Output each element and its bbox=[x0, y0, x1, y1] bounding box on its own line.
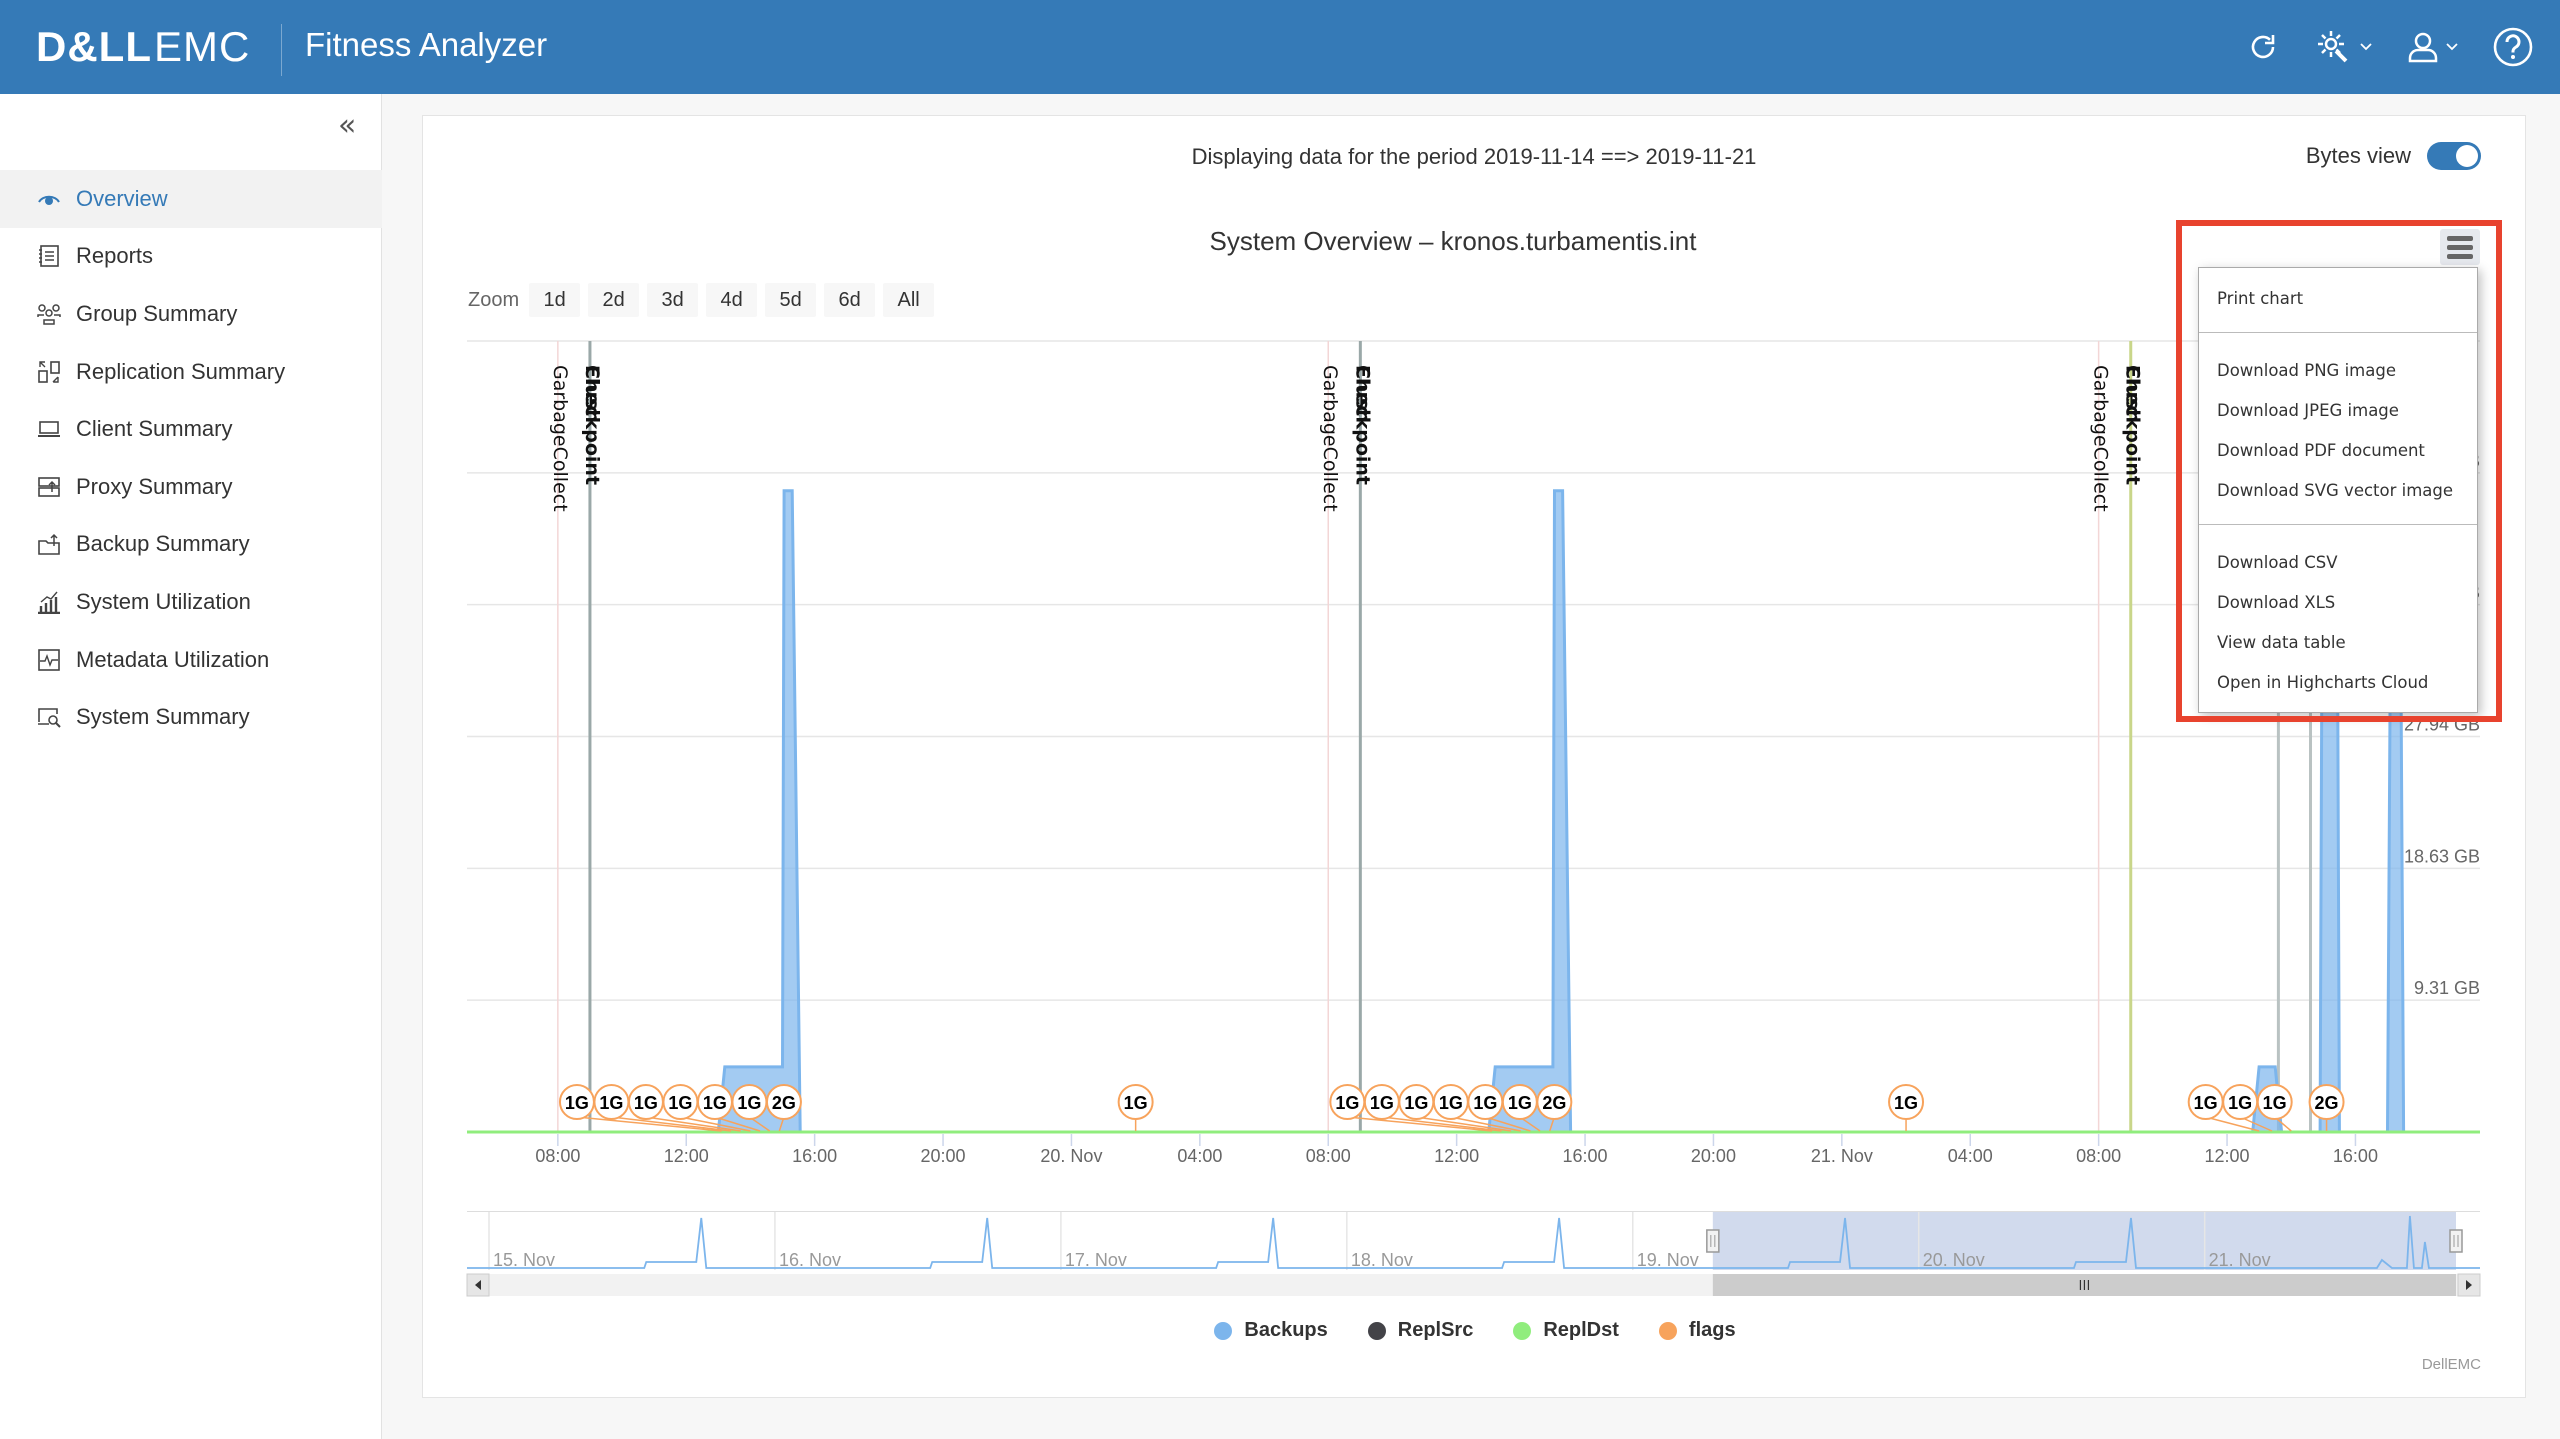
menu-separator bbox=[2199, 332, 2477, 333]
flag-label: 1G bbox=[1404, 1093, 1428, 1113]
flag-label: 1G bbox=[634, 1093, 658, 1113]
system-overview-chart: 9.31 GB18.63 GB27.94 GB37.25 GB46.57 GBG… bbox=[466, 340, 2481, 1297]
x-tick-label: 12:00 bbox=[1434, 1146, 1479, 1166]
flag-label: 2G bbox=[772, 1093, 796, 1113]
flag-label: 1G bbox=[1370, 1093, 1394, 1113]
hamburger-icon-bar bbox=[2447, 244, 2473, 250]
plot-line-label: GarbageCollect bbox=[2090, 365, 2112, 512]
x-tick-label: 20. Nov bbox=[1040, 1146, 1102, 1166]
menu-item-download-svg-vector-image[interactable]: Download SVG vector image bbox=[2199, 470, 2477, 510]
navigator-label: 16. Nov bbox=[779, 1250, 841, 1270]
hamburger-icon-bar bbox=[2447, 235, 2473, 241]
flag-label: 1G bbox=[703, 1093, 727, 1113]
navigator-label: 18. Nov bbox=[1351, 1250, 1413, 1270]
x-tick-label: 20:00 bbox=[1691, 1146, 1736, 1166]
plot-line-label: Flush bbox=[1351, 365, 1373, 423]
flag-label: 1G bbox=[737, 1093, 761, 1113]
x-tick-label: 08:00 bbox=[535, 1146, 580, 1166]
menu-item-download-xls[interactable]: Download XLS bbox=[2199, 582, 2477, 622]
menu-item-download-jpeg-image[interactable]: Download JPEG image bbox=[2199, 390, 2477, 430]
flag-label: 1G bbox=[1894, 1093, 1918, 1113]
flag-label: 1G bbox=[668, 1093, 692, 1113]
flag-label: 1G bbox=[1124, 1093, 1148, 1113]
series-backups-area bbox=[467, 341, 2480, 1132]
flag-label: 1G bbox=[1335, 1093, 1359, 1113]
plot-line-label: GarbageCollect bbox=[549, 365, 571, 512]
flag-label: 2G bbox=[2315, 1093, 2339, 1113]
x-tick-label: 04:00 bbox=[1177, 1146, 1222, 1166]
flag-label: 2G bbox=[1542, 1093, 1566, 1113]
navigator-label: 19. Nov bbox=[1637, 1250, 1699, 1270]
menu-item-open-in-highcharts-cloud[interactable]: Open in Highcharts Cloud bbox=[2199, 662, 2477, 702]
x-tick-label: 12:00 bbox=[2205, 1146, 2250, 1166]
flag-label: 1G bbox=[2228, 1093, 2252, 1113]
x-tick-label: 16:00 bbox=[792, 1146, 837, 1166]
navigator-handle-right[interactable] bbox=[2449, 1229, 2463, 1253]
chart-context-menu-button[interactable] bbox=[2440, 229, 2480, 265]
plot-line-label: Flush bbox=[581, 365, 603, 423]
x-tick-label: 12:00 bbox=[664, 1146, 709, 1166]
menu-item-download-csv[interactable]: Download CSV bbox=[2199, 542, 2477, 582]
navigator-label: 17. Nov bbox=[1065, 1250, 1127, 1270]
y-tick-label: 9.31 GB bbox=[2414, 978, 2480, 998]
navigator-handle-left[interactable] bbox=[1706, 1229, 1720, 1253]
flag-label: 1G bbox=[1439, 1093, 1463, 1113]
flag-label: 1G bbox=[2194, 1093, 2218, 1113]
x-tick-label: 21. Nov bbox=[1811, 1146, 1873, 1166]
flag-label: 1G bbox=[1508, 1093, 1532, 1113]
x-tick-label: 16:00 bbox=[1563, 1146, 1608, 1166]
plot-line-label: Flush bbox=[2122, 365, 2144, 423]
flag-label: 1G bbox=[599, 1093, 623, 1113]
plot-line-label: GarbageCollect bbox=[1319, 365, 1341, 512]
menu-item-download-pdf-document[interactable]: Download PDF document bbox=[2199, 430, 2477, 470]
flag-label: 1G bbox=[565, 1093, 589, 1113]
flag-label: 1G bbox=[2263, 1093, 2287, 1113]
menu-item-view-data-table[interactable]: View data table bbox=[2199, 622, 2477, 662]
x-tick-label: 08:00 bbox=[1306, 1146, 1351, 1166]
menu-item-print-chart[interactable]: Print chart bbox=[2199, 278, 2477, 318]
navigator-label: 21. Nov bbox=[2209, 1250, 2271, 1270]
navigator-label: 15. Nov bbox=[493, 1250, 555, 1270]
x-tick-label: 08:00 bbox=[2076, 1146, 2121, 1166]
y-tick-label: 27.94 GB bbox=[2404, 715, 2480, 735]
chart-export-menu: Print chart Download PNG image Download JP… bbox=[2198, 267, 2478, 713]
x-tick-label: 20:00 bbox=[921, 1146, 966, 1166]
menu-separator bbox=[2199, 524, 2477, 525]
flag-connector bbox=[2205, 1116, 2260, 1132]
x-tick-label: 16:00 bbox=[2333, 1146, 2378, 1166]
flag-label: 1G bbox=[1473, 1093, 1497, 1113]
navigator-label: 20. Nov bbox=[1923, 1250, 1985, 1270]
y-tick-label: 18.63 GB bbox=[2404, 846, 2480, 866]
hamburger-icon-bar bbox=[2447, 253, 2473, 259]
menu-item-download-png-image[interactable]: Download PNG image bbox=[2199, 350, 2477, 390]
x-tick-label: 04:00 bbox=[1948, 1146, 1993, 1166]
